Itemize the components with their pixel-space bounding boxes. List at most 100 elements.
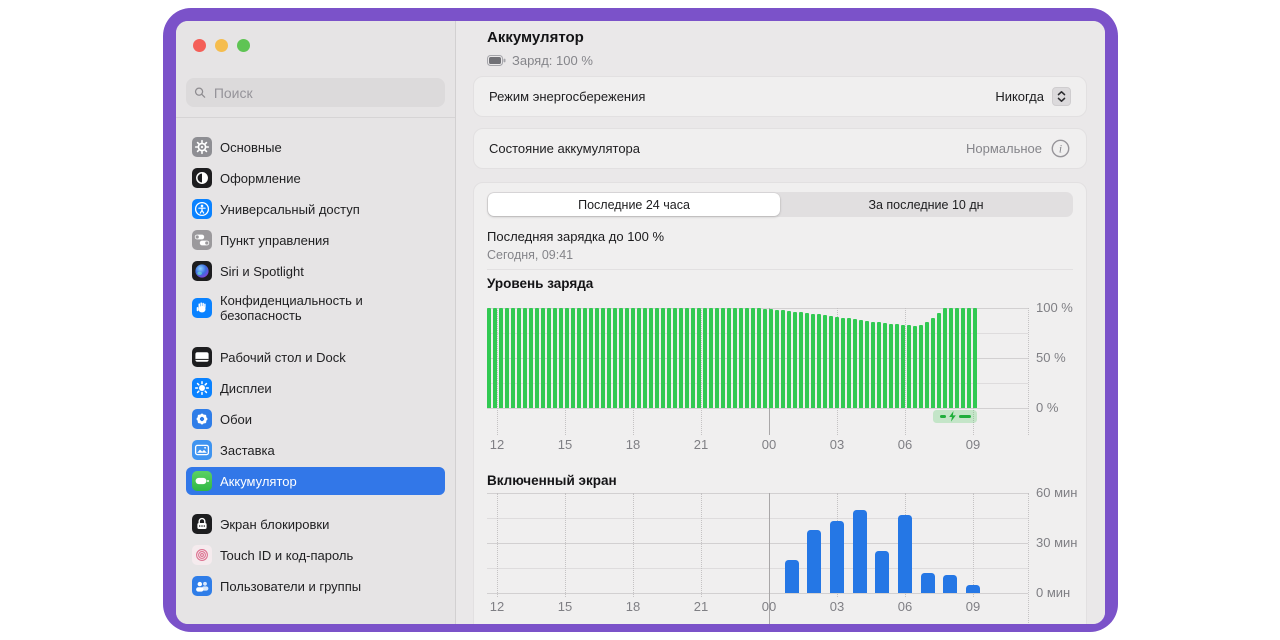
- sidebar-nav: Основные Оформление Универсальный доступ Пу…: [186, 133, 445, 603]
- battery-pane: Аккумулятор Заряд: 100 % Режим энергосбе…: [456, 21, 1105, 624]
- sidebar-item-general[interactable]: Основные: [186, 133, 445, 161]
- sidebar-item-touch-id[interactable]: Touch ID и код-пароль: [186, 541, 445, 569]
- x-axis-tick: 00: [752, 437, 786, 452]
- x-axis-tick: 18: [616, 437, 650, 452]
- battery-level-bar: [931, 318, 935, 409]
- display-brightness-icon: [192, 378, 212, 398]
- y-axis-tick: 0 мин: [1036, 585, 1070, 600]
- x-axis-tick: 18: [616, 599, 650, 614]
- battery-level-chart-title: Уровень заряда: [487, 276, 593, 291]
- zoom-button[interactable]: [237, 39, 250, 52]
- battery-health-label: Состояние аккумулятора: [489, 141, 640, 156]
- y-axis-tick: 60 мин: [1036, 485, 1077, 500]
- charge-label: Заряд: 100 %: [512, 53, 593, 68]
- search-input[interactable]: [212, 84, 437, 102]
- energy-mode-value[interactable]: Никогда: [995, 89, 1044, 104]
- sidebar-item-accessibility[interactable]: Универсальный доступ: [186, 195, 445, 223]
- accessibility-icon: [192, 199, 212, 219]
- battery-level-bar: [913, 326, 917, 408]
- sidebar-item-lock-screen[interactable]: Экран блокировки: [186, 510, 445, 538]
- battery-level-bar: [811, 314, 815, 408]
- sidebar-item-screensaver[interactable]: Заставка: [186, 436, 445, 464]
- battery-level-bar: [721, 308, 725, 408]
- svg-text:i: i: [1059, 144, 1062, 156]
- battery-level-bar: [901, 325, 905, 408]
- battery-level-bar: [781, 310, 785, 408]
- battery-icon: [487, 55, 506, 66]
- battery-level-bar: [541, 308, 545, 408]
- battery-level-bar: [631, 308, 635, 408]
- charging-dash: [940, 415, 946, 418]
- battery-level-bar: [853, 319, 857, 408]
- battery-level-bar: [499, 308, 503, 408]
- battery-level-bar: [655, 308, 659, 408]
- info-icon[interactable]: i: [1050, 138, 1071, 159]
- battery-level-bar: [799, 312, 803, 408]
- gear-icon: [192, 137, 212, 157]
- battery-level-bar: [709, 308, 713, 408]
- battery-level-bar: [643, 308, 647, 408]
- battery-level-bar: [571, 308, 575, 408]
- search-field[interactable]: [186, 78, 445, 107]
- minimize-button[interactable]: [215, 39, 228, 52]
- battery-level-bar: [697, 308, 701, 408]
- search-icon: [194, 86, 206, 99]
- battery-level-bar: [769, 309, 773, 408]
- battery-level-bar: [739, 308, 743, 408]
- battery-level-bar: [535, 308, 539, 408]
- battery-level-bar: [949, 308, 953, 408]
- battery-level-bar: [487, 308, 491, 408]
- battery-level-bar: [553, 308, 557, 408]
- sidebar-item-appearance[interactable]: Оформление: [186, 164, 445, 192]
- sidebar-item-label: Пользователи и группы: [220, 579, 361, 594]
- close-button[interactable]: [193, 39, 206, 52]
- screen-on-bars: [487, 493, 1028, 593]
- battery-level-bar: [601, 308, 605, 408]
- battery-level-bar: [751, 308, 755, 408]
- charge-status: Заряд: 100 %: [487, 53, 593, 68]
- sidebar-item-desktop-dock[interactable]: Рабочий стол и Dock: [186, 343, 445, 371]
- battery-health-value: Нормальное: [966, 141, 1042, 156]
- screen-on-bar: [785, 560, 799, 593]
- sidebar-item-users-groups[interactable]: Пользователи и группы: [186, 572, 445, 600]
- sidebar-item-displays[interactable]: Дисплеи: [186, 374, 445, 402]
- users-icon: [192, 576, 212, 596]
- popup-stepper-button[interactable]: [1052, 87, 1071, 106]
- sidebar-item-privacy[interactable]: Конфиденциальность и безопасность: [186, 288, 445, 328]
- tab-last-24-hours[interactable]: Последние 24 часа: [488, 193, 780, 216]
- y-axis-tick: 100 %: [1036, 300, 1073, 315]
- battery-level-bar: [883, 323, 887, 408]
- privacy-hand-icon: [192, 298, 212, 318]
- sidebar-group: Основные Оформление Универсальный доступ Пу…: [186, 133, 445, 328]
- section-divider: [487, 269, 1073, 270]
- fingerprint-icon: [192, 545, 212, 565]
- battery-level-bars: [487, 308, 1028, 408]
- sidebar-item-control-center[interactable]: Пункт управления: [186, 226, 445, 254]
- battery-level-bar: [763, 309, 767, 409]
- y-axis-tick: 0 %: [1036, 400, 1058, 415]
- sidebar-item-wallpaper[interactable]: Обои: [186, 405, 445, 433]
- battery-level-bar: [889, 324, 893, 408]
- gridline: [1028, 493, 1029, 624]
- screen-on-chart: 121518210003060960 мин30 мин0 мин: [487, 493, 1028, 593]
- x-axis-tick: 06: [888, 599, 922, 614]
- energy-mode-label: Режим энергосбережения: [489, 89, 645, 104]
- battery-level-bar: [823, 315, 827, 408]
- x-axis-tick: 21: [684, 599, 718, 614]
- x-axis-tick: 03: [820, 437, 854, 452]
- sidebar-item-label: Аккумулятор: [220, 474, 297, 489]
- tab-last-10-days[interactable]: За последние 10 дн: [780, 193, 1072, 216]
- x-axis-tick: 21: [684, 437, 718, 452]
- sidebar-item-battery[interactable]: Аккумулятор: [186, 467, 445, 495]
- battery-level-bar: [757, 308, 761, 408]
- sidebar-item-siri[interactable]: Siri и Spotlight: [186, 257, 445, 285]
- battery-level-bar: [565, 308, 569, 408]
- wallpaper-icon: [192, 409, 212, 429]
- battery-level-bar: [529, 308, 533, 408]
- page-title: Аккумулятор: [487, 29, 584, 46]
- x-axis-tick: 15: [548, 599, 582, 614]
- charging-bolt-icon: [948, 411, 957, 422]
- battery-level-bar: [673, 308, 677, 408]
- battery-level-bar: [871, 322, 875, 408]
- x-axis-tick: 09: [956, 599, 990, 614]
